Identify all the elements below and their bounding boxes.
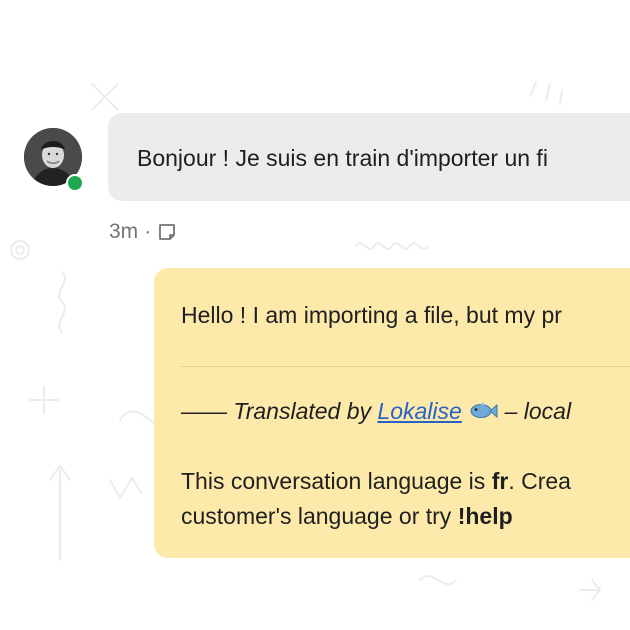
- language-code: fr: [491, 468, 509, 494]
- translation-credit: —— Translated by Lokalise – local: [181, 398, 571, 425]
- language-info: This conversation language is fr. Crea: [181, 468, 571, 495]
- note-icon[interactable]: [157, 222, 177, 242]
- incoming-message-text: Bonjour ! Je suis en train d'importer un…: [137, 145, 548, 171]
- credit-prefix: —— Translated by: [181, 398, 372, 424]
- help-info: customer's language or try !help: [181, 503, 513, 530]
- message-time: 3m: [109, 220, 139, 243]
- translated-text: Hello ! I am importing a file, but my pr: [181, 302, 562, 328]
- message-meta: 3m ·: [109, 219, 177, 245]
- help-command[interactable]: !help: [458, 503, 513, 529]
- credit-suffix: – local: [504, 398, 572, 424]
- language-prefix: This conversation language is: [181, 468, 486, 494]
- help-prefix: customer's language or try: [181, 503, 452, 529]
- fish-icon: [468, 400, 498, 420]
- online-status-indicator: [66, 174, 84, 192]
- meta-separator: ·: [144, 220, 152, 243]
- language-suffix: . Crea: [508, 468, 571, 494]
- lokalise-link[interactable]: Lokalise: [377, 398, 461, 424]
- note-divider: [181, 366, 630, 367]
